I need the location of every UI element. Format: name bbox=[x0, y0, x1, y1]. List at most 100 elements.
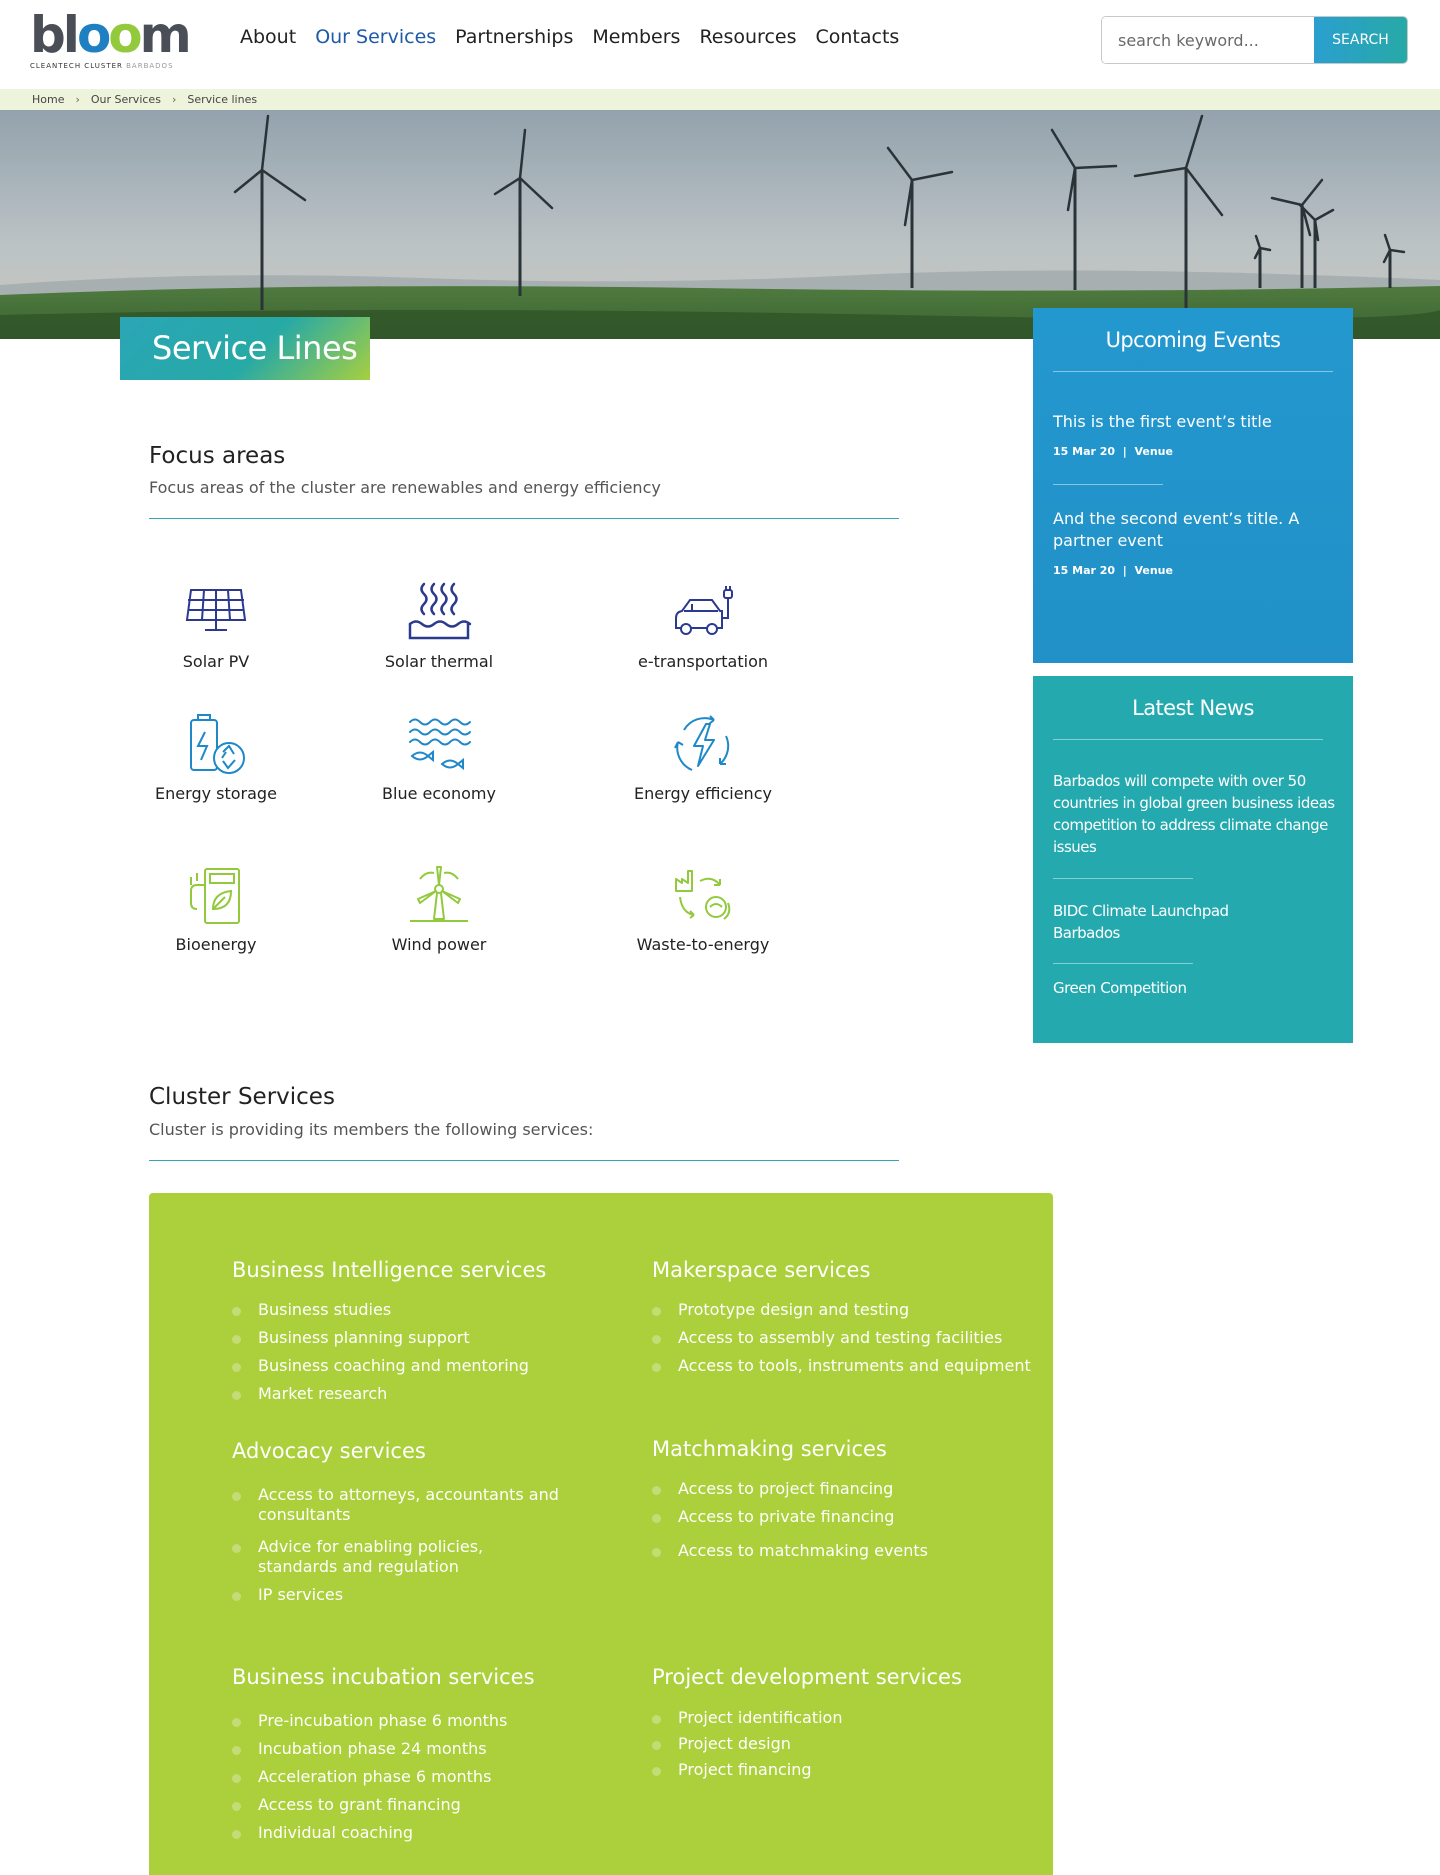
focus-label: Wind power bbox=[391, 935, 487, 954]
bio-fuel-pump-icon bbox=[190, 868, 240, 924]
service-item: Access to assembly and testing facilitie… bbox=[652, 1328, 1031, 1348]
service-list: Access to attorneys, accountants and con… bbox=[232, 1485, 562, 1605]
cluster-services-title: Cluster Services bbox=[149, 1084, 335, 1110]
focus-label: Energy storage bbox=[155, 784, 277, 803]
service-item: IP services bbox=[232, 1585, 562, 1605]
electric-car-icon bbox=[675, 586, 733, 635]
focus-item-waste-to-energy[interactable]: Waste-to-energy bbox=[603, 863, 803, 954]
focus-label: Blue economy bbox=[382, 784, 496, 803]
solar-panel-icon bbox=[185, 589, 247, 631]
page-title: Service Lines bbox=[120, 317, 370, 380]
nav-item-partnerships[interactable]: Partnerships bbox=[455, 26, 573, 48]
divider bbox=[1053, 963, 1193, 964]
search-form: SEARCH bbox=[1101, 16, 1408, 64]
event-venue: Venue bbox=[1134, 445, 1173, 458]
service-item: Business planning support bbox=[232, 1328, 529, 1348]
focus-item-e-transportation[interactable]: e-transportation bbox=[603, 580, 803, 671]
service-list: Access to project financing Access to pr… bbox=[652, 1479, 928, 1561]
focus-item-bioenergy[interactable]: Bioenergy bbox=[116, 863, 316, 954]
search-input[interactable] bbox=[1102, 17, 1314, 63]
breadcrumb-separator: › bbox=[75, 93, 80, 106]
lightning-cycle-icon bbox=[674, 715, 730, 771]
focus-item-energy-storage[interactable]: Energy storage bbox=[116, 712, 316, 803]
focus-item-blue-economy[interactable]: Blue economy bbox=[339, 712, 539, 803]
event-date: 15 Mar 20 bbox=[1053, 564, 1116, 577]
divider bbox=[1053, 371, 1333, 372]
site-header: bloom CLEANTECH CLUSTER BARBADOS About O… bbox=[0, 0, 1440, 89]
event-venue: Venue bbox=[1134, 564, 1173, 577]
bloom-logo[interactable]: bloom CLEANTECH CLUSTER BARBADOS bbox=[30, 6, 192, 70]
service-list: Business studies Business planning suppo… bbox=[232, 1300, 529, 1404]
nav-item-members[interactable]: Members bbox=[592, 26, 680, 48]
factory-bio-icon bbox=[675, 870, 731, 920]
focus-label: Solar PV bbox=[182, 652, 250, 671]
focus-item-solar-pv[interactable]: Solar PV bbox=[116, 580, 316, 671]
event-date: 15 Mar 20 bbox=[1053, 445, 1116, 458]
main-nav: About Our Services Partnerships Members … bbox=[240, 26, 918, 48]
focus-label: Energy efficiency bbox=[634, 784, 772, 803]
battery-recycle-icon bbox=[190, 714, 245, 774]
event-meta-separator: | bbox=[1122, 564, 1127, 577]
service-group-title: Business Intelligence services bbox=[232, 1258, 547, 1282]
news-item[interactable]: BIDC Climate Launchpad Barbados bbox=[1053, 900, 1233, 944]
latest-news-panel: Latest News Barbados will compete with o… bbox=[1033, 676, 1353, 1043]
service-group-title: Advocacy services bbox=[232, 1439, 426, 1463]
service-item: Acceleration phase 6 months bbox=[232, 1767, 507, 1787]
breadcrumb-home[interactable]: Home bbox=[32, 89, 64, 110]
search-button[interactable]: SEARCH bbox=[1314, 17, 1407, 63]
service-item: Project identification bbox=[652, 1708, 842, 1728]
service-item: Access to attorneys, accountants and con… bbox=[232, 1485, 562, 1525]
logo-tagline: CLEANTECH CLUSTER BARBADOS bbox=[30, 62, 174, 70]
service-item: Access to tools, instruments and equipme… bbox=[652, 1356, 1031, 1376]
focus-item-wind-power[interactable]: Wind power bbox=[339, 863, 539, 954]
event-meta: 15 Mar 20 | Venue bbox=[1053, 564, 1173, 577]
nav-item-about[interactable]: About bbox=[240, 26, 296, 48]
service-list: Pre-incubation phase 6 months Incubation… bbox=[232, 1711, 507, 1843]
service-item: Incubation phase 24 months bbox=[232, 1739, 507, 1759]
nav-item-resources[interactable]: Resources bbox=[699, 26, 796, 48]
breadcrumb-current: Service lines bbox=[187, 93, 258, 106]
wind-farm-image bbox=[0, 110, 1440, 339]
nav-item-our-services[interactable]: Our Services bbox=[315, 26, 436, 48]
wind-turbine-icon bbox=[410, 866, 468, 922]
latest-news-title: Latest News bbox=[1132, 696, 1254, 720]
service-item: Advice for enabling policies, standards … bbox=[232, 1537, 562, 1577]
service-item: Market research bbox=[232, 1384, 529, 1404]
divider bbox=[1053, 739, 1323, 740]
service-item: Prototype design and testing bbox=[652, 1300, 1031, 1320]
service-list: Project identification Project design Pr… bbox=[652, 1708, 842, 1780]
nav-item-contacts[interactable]: Contacts bbox=[816, 26, 900, 48]
services-panel: Business Intelligence services Business … bbox=[149, 1193, 1053, 1875]
solar-thermal-icon bbox=[408, 582, 472, 640]
news-item[interactable]: Green Competition bbox=[1053, 977, 1338, 999]
service-item: Project design bbox=[652, 1734, 842, 1754]
service-item: Pre-incubation phase 6 months bbox=[232, 1711, 507, 1731]
event-title[interactable]: This is the first event’s title bbox=[1053, 411, 1338, 433]
focus-label: Solar thermal bbox=[384, 652, 494, 671]
focus-label: e-transportation bbox=[638, 652, 768, 671]
service-group-title: Matchmaking services bbox=[652, 1437, 887, 1461]
focus-areas-subtitle: Focus areas of the cluster are renewable… bbox=[149, 478, 661, 497]
service-group-title: Project development services bbox=[652, 1665, 962, 1689]
service-group-title: Business incubation services bbox=[232, 1665, 535, 1689]
focus-areas-title: Focus areas bbox=[149, 443, 286, 469]
event-title[interactable]: And the second event’s title. A partner … bbox=[1053, 508, 1338, 552]
focus-item-energy-efficiency[interactable]: Energy efficiency bbox=[603, 712, 803, 803]
logo-wordmark: bloom bbox=[30, 6, 192, 64]
service-item: Project financing bbox=[652, 1760, 842, 1780]
event-meta: 15 Mar 20 | Venue bbox=[1053, 445, 1173, 458]
cluster-services-subtitle: Cluster is providing its members the fol… bbox=[149, 1120, 594, 1139]
divider bbox=[1053, 878, 1193, 879]
upcoming-events-title: Upcoming Events bbox=[1105, 328, 1281, 352]
service-item: Access to project financing bbox=[652, 1479, 928, 1499]
upcoming-events-panel: Upcoming Events This is the first event’… bbox=[1033, 308, 1353, 663]
news-item[interactable]: Barbados will compete with over 50 count… bbox=[1053, 770, 1338, 858]
waves-fish-icon bbox=[409, 718, 471, 771]
focus-areas-divider bbox=[149, 518, 899, 519]
breadcrumb-our-services[interactable]: Our Services bbox=[91, 89, 161, 110]
service-item: Business studies bbox=[232, 1300, 529, 1320]
service-list: Prototype design and testing Access to a… bbox=[652, 1300, 1031, 1376]
focus-item-solar-thermal[interactable]: Solar thermal bbox=[339, 580, 539, 671]
service-item: Access to grant financing bbox=[232, 1795, 507, 1815]
divider bbox=[1053, 484, 1163, 485]
